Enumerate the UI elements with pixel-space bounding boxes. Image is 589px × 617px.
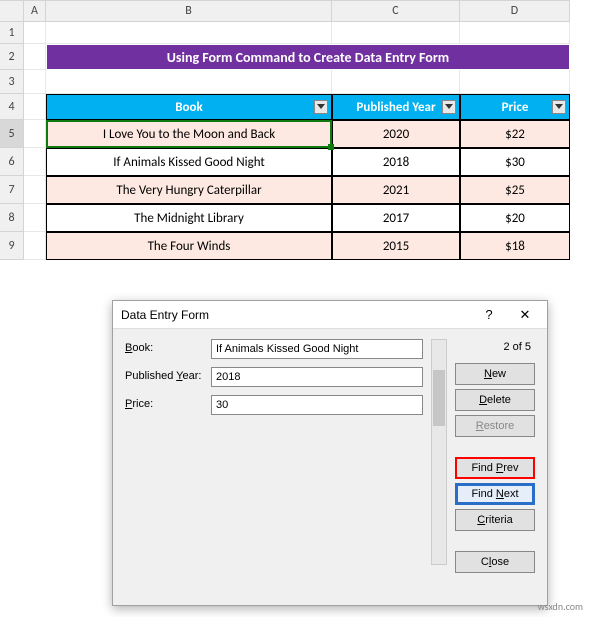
delete-button[interactable]: Delete [455,389,535,411]
row-header[interactable]: 6 [0,148,24,176]
find-prev-button[interactable]: Find Prev [455,457,535,479]
row-header[interactable]: 9 [0,232,24,260]
restore-button[interactable]: Restore [455,415,535,437]
cell[interactable] [332,22,460,44]
cell[interactable] [24,176,46,204]
cell[interactable] [24,44,46,70]
table-row[interactable]: $20 [460,204,570,232]
table-row[interactable]: The Midnight Library [46,204,332,232]
scrollbar-thumb[interactable] [433,370,445,426]
table-row[interactable]: 2018 [332,148,460,176]
cell[interactable] [460,22,570,44]
close-icon[interactable]: ✕ [507,302,543,328]
watermark: wsxdn.com [538,600,583,613]
col-header-d[interactable]: D [460,0,570,22]
help-button[interactable]: ? [471,302,507,328]
price-field[interactable] [211,395,423,415]
cell[interactable] [24,70,46,94]
table-row[interactable]: I Love You to the Moon and Back [46,120,332,148]
cell[interactable] [24,120,46,148]
table-row[interactable]: $25 [460,176,570,204]
header-label: Book [175,100,203,115]
row-header[interactable]: 3 [0,70,24,94]
record-scrollbar[interactable] [431,339,447,565]
dialog-title: Data Entry Form [121,308,471,322]
row-header[interactable]: 8 [0,204,24,232]
cell[interactable] [460,70,570,94]
year-field[interactable] [211,367,423,387]
fill-handle[interactable] [328,144,334,150]
header-label: Published Year [356,100,435,115]
new-button[interactable]: New [455,363,535,385]
table-row[interactable]: $18 [460,232,570,260]
row-header[interactable]: 7 [0,176,24,204]
cell[interactable] [24,148,46,176]
table-row[interactable]: 2015 [332,232,460,260]
cell[interactable] [46,70,332,94]
cell-value: I Love You to the Moon and Back [103,127,275,142]
table-row[interactable]: If Animals Kissed Good Night [46,148,332,176]
table-header-price[interactable]: Price [460,94,570,120]
page-title: Using Form Command to Create Data Entry … [46,44,570,70]
table-row[interactable]: $22 [460,120,570,148]
filter-dropdown-icon[interactable] [314,100,328,114]
row-header[interactable]: 2 [0,44,24,70]
filter-dropdown-icon[interactable] [552,100,566,114]
table-row[interactable]: 2021 [332,176,460,204]
cell[interactable] [332,70,460,94]
dialog-titlebar[interactable]: Data Entry Form ? ✕ [113,301,547,329]
find-next-button[interactable]: Find Next [455,483,535,505]
cell[interactable] [24,232,46,260]
row-header[interactable]: 1 [0,22,24,44]
data-entry-form-dialog: Data Entry Form ? ✕ Book: Published Year… [112,300,548,606]
table-header-book[interactable]: Book [46,94,332,120]
field-label-book: Book: [125,339,207,359]
cell[interactable] [24,204,46,232]
row-header[interactable]: 5 [0,120,24,148]
table-row[interactable]: The Very Hungry Caterpillar [46,176,332,204]
cell[interactable] [46,22,332,44]
criteria-button[interactable]: Criteria [455,509,535,531]
cell[interactable] [24,22,46,44]
header-label: Price [502,100,529,115]
record-counter: 2 of 5 [455,339,535,359]
row-header[interactable]: 4 [0,94,24,120]
close-button[interactable]: Close [455,551,535,573]
table-row[interactable]: The Four Winds [46,232,332,260]
table-header-year[interactable]: Published Year [332,94,460,120]
book-field[interactable] [211,339,423,359]
field-label-year: Published Year: [125,367,207,387]
field-label-price: Price: [125,395,207,415]
col-header-c[interactable]: C [332,0,460,22]
filter-dropdown-icon[interactable] [442,100,456,114]
col-header-b[interactable]: B [46,0,332,22]
select-all-corner[interactable] [0,0,24,22]
table-row[interactable]: 2020 [332,120,460,148]
table-row[interactable]: $30 [460,148,570,176]
cell[interactable] [24,94,46,120]
table-row[interactable]: 2017 [332,204,460,232]
col-header-a[interactable]: A [24,0,46,22]
